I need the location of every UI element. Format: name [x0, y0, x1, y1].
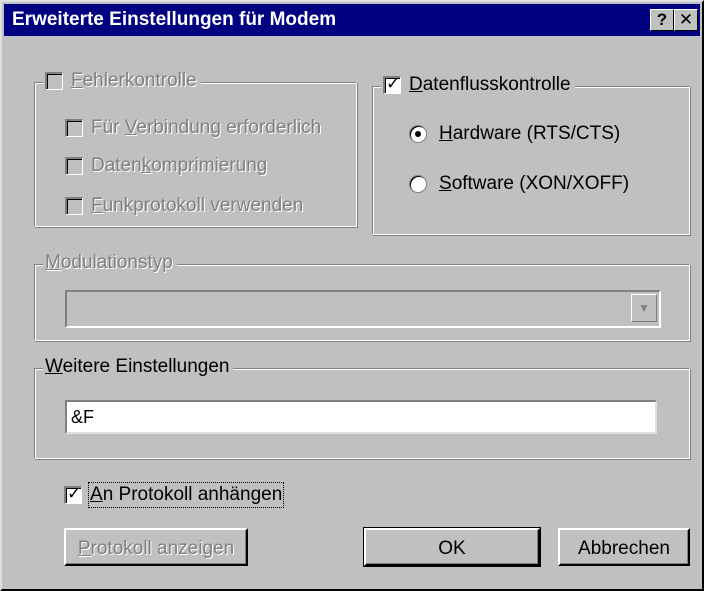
radio-dot: [415, 131, 421, 137]
datenkomprimierung-label: Datenkomprimierung: [91, 155, 268, 176]
checkbox-box[interactable]: [45, 72, 63, 90]
an-protokoll-anhaengen-label: An Protokoll anhängen: [87, 482, 285, 508]
weitere-einstellungen-label: Weitere Einstellungen: [45, 356, 230, 377]
checkmark-icon: ✓: [67, 484, 82, 503]
protokoll-anzeigen-button[interactable]: Protokoll anzeigen: [64, 528, 248, 566]
ok-button[interactable]: OK: [363, 527, 541, 567]
help-button[interactable]: ?: [650, 9, 674, 31]
weitere-einstellungen-group: Weitere Einstellungen &F: [34, 356, 690, 459]
modulationstyp-legend: Modulationstyp: [43, 252, 177, 274]
radio-circle[interactable]: [409, 175, 427, 193]
checkmark-icon: ✓: [386, 74, 401, 93]
checkbox-box[interactable]: [65, 119, 83, 137]
hardware-radio[interactable]: Hardware (RTS/CTS): [409, 123, 620, 145]
funkprotokoll-checkbox[interactable]: Funkprotokoll verwenden: [65, 195, 303, 217]
datenflusskontrolle-group: ✓ Datenflusskontrolle Hardware (RTS/CTS)…: [372, 74, 690, 235]
software-label: Software (XON/XOFF): [439, 173, 630, 194]
fehlerkontrolle-checkbox[interactable]: Fehlerkontrolle: [43, 70, 201, 92]
funkprotokoll-label: Funkprotokoll verwenden: [91, 195, 304, 216]
cancel-button[interactable]: Abbrechen: [558, 528, 690, 566]
datenflusskontrolle-checkbox[interactable]: ✓ Datenflusskontrolle: [381, 74, 575, 96]
verbindung-erforderlich-label: Für Verbindung erforderlich: [91, 117, 322, 138]
weitere-einstellungen-input[interactable]: &F: [65, 400, 657, 434]
checkbox-box[interactable]: [65, 197, 83, 215]
weitere-einstellungen-legend: Weitere Einstellungen: [43, 356, 234, 378]
datenflusskontrolle-label: Datenflusskontrolle: [409, 74, 571, 95]
verbindung-erforderlich-checkbox[interactable]: Für Verbindung erforderlich: [65, 117, 321, 139]
software-radio[interactable]: Software (XON/XOFF): [409, 173, 629, 195]
modulationstyp-label: Modulationstyp: [45, 252, 173, 273]
protokoll-anzeigen-label: Protokoll anzeigen: [77, 538, 235, 559]
window-title: Erweiterte Einstellungen für Modem: [12, 9, 337, 30]
title-bar[interactable]: Erweiterte Einstellungen für Modem ? ✕: [4, 4, 700, 36]
checkbox-box[interactable]: [65, 157, 83, 175]
fehlerkontrolle-label: Fehlerkontrolle: [71, 70, 197, 91]
chevron-down-icon[interactable]: ▼: [631, 294, 657, 322]
radio-circle[interactable]: [409, 125, 427, 143]
an-protokoll-anhaengen-checkbox[interactable]: ✓ An Protokoll anhängen: [64, 482, 285, 508]
checkbox-box[interactable]: ✓: [64, 484, 82, 504]
close-button[interactable]: ✕: [674, 9, 698, 31]
dialog-window: Erweiterte Einstellungen für Modem ? ✕ F…: [0, 0, 704, 591]
checkbox-box[interactable]: ✓: [383, 74, 401, 94]
fehlerkontrolle-group: Fehlerkontrolle Für Verbindung erforderl…: [34, 70, 357, 227]
datenkomprimierung-checkbox[interactable]: Datenkomprimierung: [65, 155, 267, 177]
modulationstyp-group: Modulationstyp ▼: [34, 252, 690, 341]
modulationstyp-dropdown[interactable]: ▼: [65, 290, 661, 328]
hardware-label: Hardware (RTS/CTS): [439, 123, 621, 144]
